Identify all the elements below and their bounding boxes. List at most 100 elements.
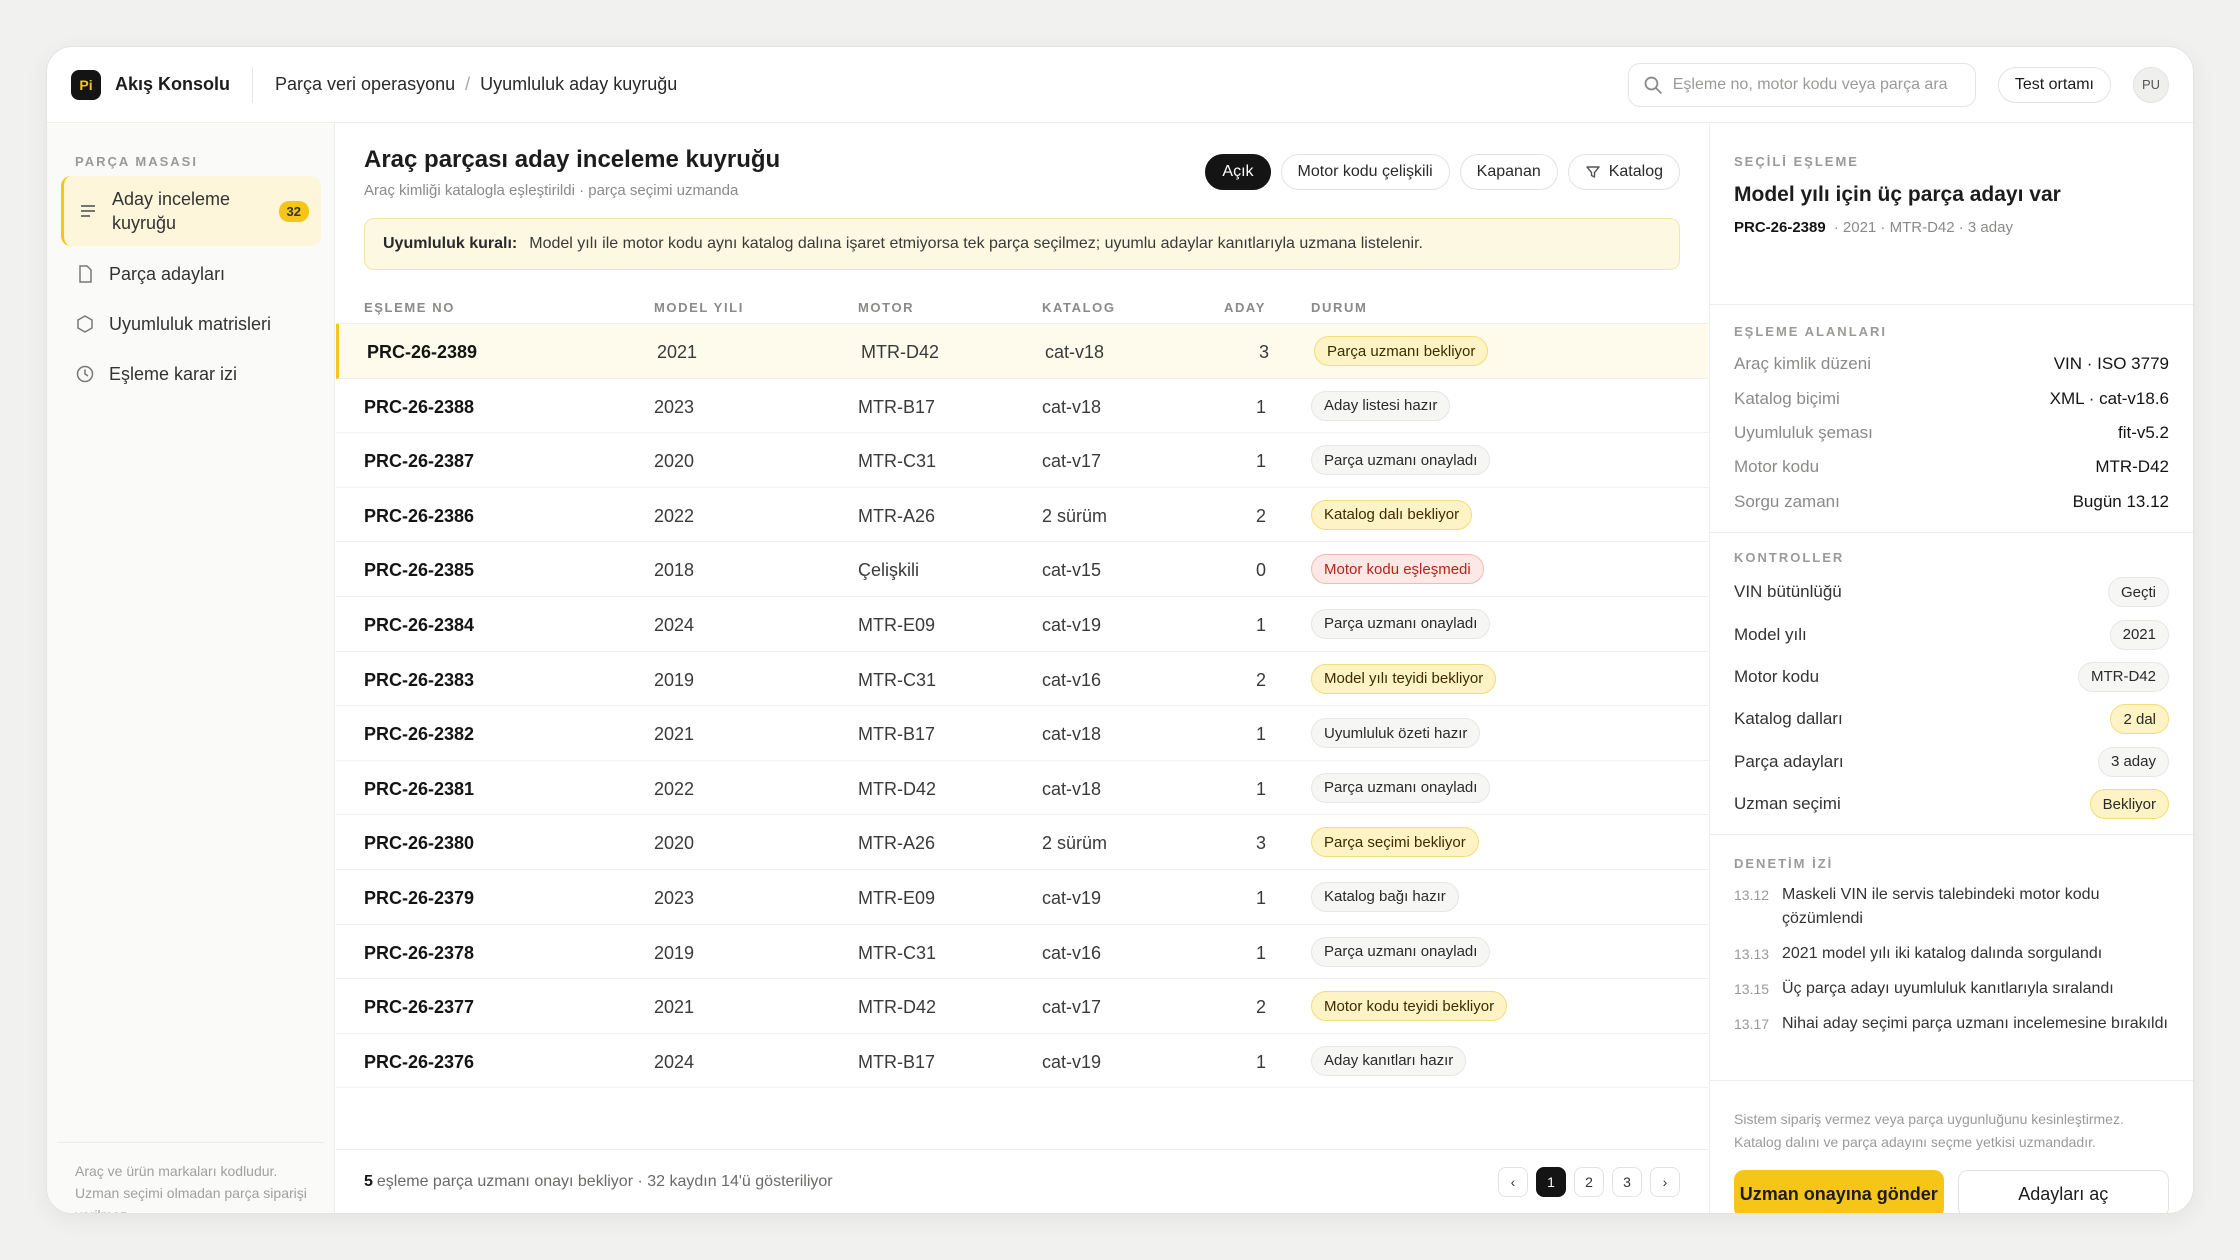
control-label: VIN bütünlüğü (1734, 582, 1842, 602)
status-badge: Parça uzmanı bekliyor (1314, 336, 1489, 366)
field-row: Sorgu zamanı Bugün 13.12 (1734, 485, 2169, 519)
model-year-cell: 2021 (654, 997, 695, 1018)
page-subtitle: Araç kimliği katalogla eşleştirildi · pa… (364, 182, 739, 199)
table-row[interactable]: PRC-26-2388 2023 MTR-B17 cat-v18 1 Aday liste… (336, 379, 1708, 434)
table-row[interactable]: PRC-26-2378 2019 MTR-C31 cat-v16 1 Parça uzma… (336, 925, 1708, 980)
table-row[interactable]: PRC-26-2385 2018 Çelişkili cat-v15 0 Motor ko… (336, 542, 1708, 597)
filter-bar: Açık Motor kodu çelişkili Kapanan Katalo… (1205, 154, 1680, 190)
table-row[interactable]: PRC-26-2382 2021 MTR-B17 cat-v18 1 Uyumluluk … (336, 706, 1708, 761)
model-year-cell: 2023 (654, 396, 695, 417)
status-badge: Katalog bağı hazır (1311, 881, 1459, 912)
motor-cell: MTR-B17 (858, 724, 936, 745)
table-row[interactable]: PRC-26-2377 2021 MTR-D42 cat-v17 2 Motor kodu… (336, 979, 1708, 1034)
control-badge: MTR-D42 (2077, 661, 2169, 692)
table-header: EŞLEME NO MODEL YILI MOTOR KATALOG ADAY … (336, 286, 1708, 324)
catalog-cell: cat-v17 (1042, 451, 1102, 472)
candidate-count-cell: 1 (1255, 942, 1266, 963)
control-label: Katalog dalları (1734, 709, 1843, 729)
audit-time: 13.15 (1734, 981, 1770, 997)
filter-closed[interactable]: Kapanan (1459, 154, 1558, 190)
search-input[interactable]: Eşleme no, motor kodu veya parça ara (1627, 62, 1976, 107)
control-label: Motor kodu (1734, 666, 1820, 686)
model-year-cell: 2024 (654, 614, 695, 635)
status-badge: Aday kanıtları hazır (1311, 1045, 1467, 1076)
motor-cell: MTR-D42 (861, 342, 940, 362)
filter-open[interactable]: Açık (1205, 154, 1271, 190)
motor-cell: MTR-A26 (858, 833, 936, 854)
catalog-cell: cat-v17 (1042, 997, 1102, 1018)
control-badge: 2021 (2109, 619, 2169, 650)
disclaimer: Sistem sipariş vermez veya parça uygunlu… (1734, 1111, 2124, 1150)
status-badge: Parça seçimi bekliyor (1311, 827, 1479, 858)
page-button[interactable]: 1 (1536, 1166, 1566, 1197)
sidebar-item-label: Uyumluluk matrisleri (109, 314, 272, 334)
model-year-cell: 2020 (654, 833, 695, 854)
control-row: Motor kodu MTR-D42 (1734, 656, 2169, 698)
match-id-cell: PRC-26-2380 (364, 833, 475, 854)
divider (252, 66, 254, 103)
sidebar-item-decision-trail[interactable]: Eşleme karar izi (61, 352, 321, 396)
field-row: Katalog biçimi XML · cat-v18.6 (1734, 381, 2169, 415)
control-label: Parça adayları (1734, 751, 1844, 771)
table-row[interactable]: PRC-26-2376 2024 MTR-B17 cat-v19 1 Aday kanıt… (336, 1034, 1708, 1089)
control-badge: Bekliyor (2089, 789, 2169, 820)
selected-match-section: SEÇİLİ EŞLEME Model yılı için üç parça a… (1734, 154, 2169, 236)
detail-meta: PRC-26-2389 · 2021 · MTR-D42 · 3 aday (1734, 219, 2169, 236)
field-label: Katalog biçimi (1734, 388, 1840, 408)
column-header: MOTOR (858, 300, 915, 315)
candidate-count-cell: 3 (1255, 833, 1266, 854)
table-row[interactable]: PRC-26-2383 2019 MTR-C31 cat-v16 2 Model yılı… (336, 652, 1708, 707)
filter-catalog-label: Katalog (1608, 163, 1663, 180)
filter-catalog[interactable]: Katalog (1567, 154, 1680, 190)
field-value: MTR-D42 (2095, 457, 2169, 477)
send-to-expert-button[interactable]: Uzman onayına gönder (1734, 1170, 1944, 1213)
control-badge: Geçti (2107, 577, 2169, 608)
open-candidates-button[interactable]: Adayları aç (1957, 1170, 2169, 1213)
match-id-cell: PRC-26-2388 (364, 396, 475, 417)
divider (1710, 834, 2193, 835)
control-row: Katalog dalları 2 dal (1734, 698, 2169, 740)
sidebar-item-compat-matrices[interactable]: Uyumluluk matrisleri (61, 302, 321, 346)
filter-motor-conflict[interactable]: Motor kodu çelişkili (1280, 154, 1450, 190)
app-name: Akış Konsolu (115, 74, 231, 94)
table-row[interactable]: PRC-26-2379 2023 MTR-E09 cat-v19 1 Katalog ba… (336, 870, 1708, 925)
table-row[interactable]: PRC-26-2389 2021 MTR-D42 cat-v18 3 Parça uzma… (336, 324, 1708, 379)
audit-time: 13.12 (1734, 887, 1770, 903)
field-value: fit-v5.2 (2117, 422, 2169, 442)
control-badge: 2 dal (2110, 704, 2169, 735)
status-badge: Parça uzmanı onayladı (1311, 772, 1491, 803)
catalog-cell: cat-v18 (1042, 778, 1102, 799)
field-value: XML · cat-v18.6 (2049, 388, 2169, 408)
sidebar-item-label: Parça adayları (109, 264, 226, 284)
table-row[interactable]: PRC-26-2384 2024 MTR-E09 cat-v19 1 Parça uzma… (336, 597, 1708, 652)
breadcrumb-separator: / (465, 74, 471, 94)
candidate-count-cell: 1 (1255, 451, 1266, 472)
model-year-cell: 2018 (654, 560, 695, 581)
candidate-count-cell: 1 (1255, 1051, 1266, 1072)
audit-text: Maskeli VIN ile servis talebindeki motor… (1782, 886, 2100, 927)
page-button[interactable]: 3 (1612, 1166, 1642, 1197)
actions-section: Sistem sipariş vermez veya parça uygunlu… (1734, 1108, 2169, 1213)
match-id-cell: PRC-26-2379 (364, 887, 475, 908)
breadcrumb-item-current: Uyumluluk aday kuyruğu (480, 74, 678, 94)
table-row[interactable]: PRC-26-2380 2020 MTR-A26 2 sürüm 3 Parça seçi… (336, 815, 1708, 870)
avatar[interactable]: PU (2133, 66, 2169, 103)
environment-button[interactable]: Test ortamı (1997, 66, 2111, 103)
table-row[interactable]: PRC-26-2387 2020 MTR-C31 cat-v17 1 Parça uzma… (336, 433, 1708, 488)
match-id-cell: PRC-26-2389 (367, 342, 478, 362)
control-badge: 3 aday (2097, 746, 2169, 777)
list-icon (81, 205, 95, 217)
table-row[interactable]: PRC-26-2386 2022 MTR-A26 2 sürüm 2 Katalog da… (336, 488, 1708, 543)
field-row: Araç kimlik düzeni VIN · ISO 3779 (1734, 347, 2169, 381)
page-button[interactable]: 2 (1574, 1166, 1604, 1197)
sidebar-item-part-candidates[interactable]: Parça adayları (61, 252, 321, 296)
table-row[interactable]: PRC-26-2381 2022 MTR-D42 cat-v18 1 Parça uzma… (336, 761, 1708, 816)
sidebar-item-review-queue[interactable]: Aday inceleme kuyruğu 32 (61, 176, 321, 246)
model-year-cell: 2021 (657, 342, 698, 362)
detail-meta-text: · 2021 · MTR-D42 · 3 aday (1833, 219, 2013, 236)
motor-cell: MTR-A26 (858, 505, 936, 526)
prev-page-button[interactable]: ‹ (1498, 1166, 1528, 1197)
next-page-button[interactable]: › (1650, 1166, 1680, 1197)
table-body: PRC-26-2389 2021 MTR-D42 cat-v18 3 Parça uzma… (336, 324, 1708, 1089)
breadcrumb-item-parent[interactable]: Parça veri operasyonu (275, 74, 455, 94)
